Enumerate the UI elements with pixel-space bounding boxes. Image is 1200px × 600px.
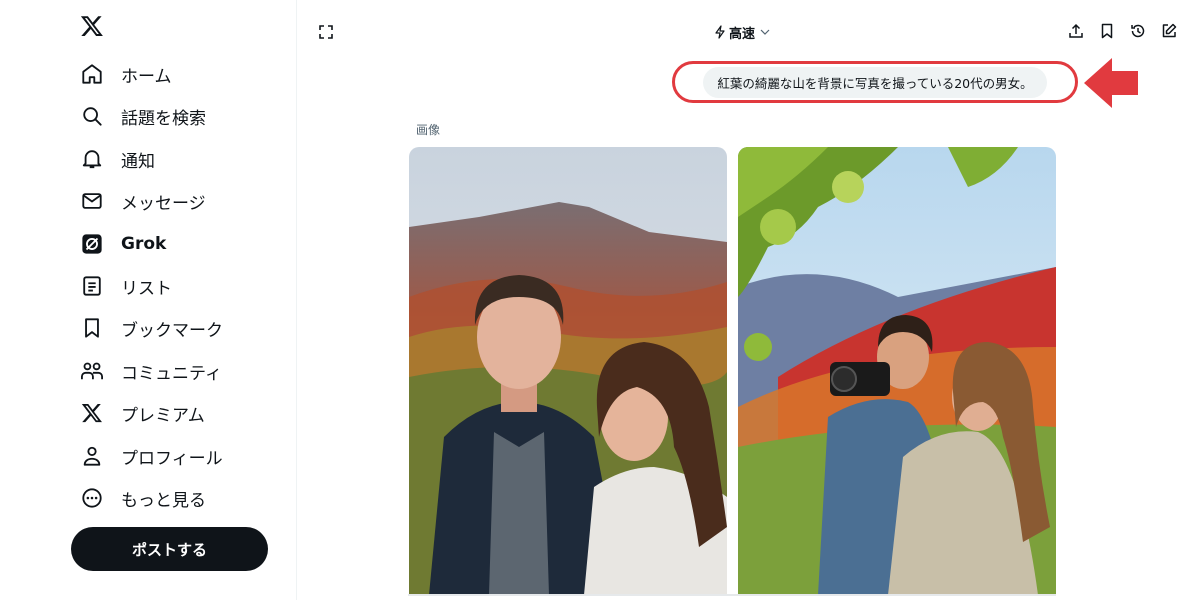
sidebar-item-more[interactable]: もっと見る xyxy=(80,483,206,513)
grok-main: 高速 紅葉の綺麗な山を背景に写真を撮っている20代の男女。 画像 xyxy=(298,0,1200,600)
bookmark-icon[interactable] xyxy=(1098,22,1116,40)
expand-icon[interactable] xyxy=(318,24,336,42)
post-button[interactable]: ポストする xyxy=(71,527,268,571)
generated-image[interactable] xyxy=(738,147,1056,595)
sidebar: ホーム 話題を検索 通知 メッセージ Grok リスト ブックマーク コミュニテ… xyxy=(0,0,297,600)
new-chat-icon[interactable] xyxy=(1160,22,1178,40)
arrow-left-icon xyxy=(1084,58,1138,108)
sidebar-item-label: もっと見る xyxy=(121,490,206,511)
x-logo-icon xyxy=(80,401,104,425)
sidebar-item-label: プレミアム xyxy=(121,405,205,426)
mode-selector[interactable]: 高速 xyxy=(714,22,773,42)
divider xyxy=(408,594,1056,596)
bell-icon xyxy=(80,147,104,171)
user-prompt-bubble: 紅葉の綺麗な山を背景に写真を撮っている20代の男女。 xyxy=(703,66,1047,98)
sidebar-item-grok[interactable]: Grok xyxy=(80,229,166,259)
sidebar-item-notifications[interactable]: 通知 xyxy=(80,144,155,174)
sidebar-item-label: 話題を検索 xyxy=(121,108,206,129)
sidebar-item-explore[interactable]: 話題を検索 xyxy=(80,101,206,131)
bookmark-icon xyxy=(80,316,104,340)
person-icon xyxy=(80,444,104,468)
mail-icon xyxy=(80,189,104,213)
chevron-down-icon xyxy=(760,29,770,35)
sidebar-item-premium[interactable]: プレミアム xyxy=(80,398,205,428)
images-label: 画像 xyxy=(416,123,441,137)
history-icon[interactable] xyxy=(1129,22,1147,40)
share-icon[interactable] xyxy=(1067,22,1085,40)
sidebar-item-communities[interactable]: コミュニティ xyxy=(80,356,222,386)
sidebar-item-label: メッセージ xyxy=(121,193,206,214)
x-logo-icon[interactable] xyxy=(80,14,106,40)
generated-image[interactable] xyxy=(409,147,727,595)
lightning-icon xyxy=(715,25,725,39)
highlight-circle: 紅葉の綺麗な山を背景に写真を撮っている20代の男女。 xyxy=(672,61,1078,103)
sidebar-item-label: ブックマーク xyxy=(121,320,223,341)
sidebar-item-label: ホーム xyxy=(121,66,172,87)
sidebar-item-profile[interactable]: プロフィール xyxy=(80,441,223,471)
sidebar-item-label: リスト xyxy=(121,278,172,299)
grok-icon xyxy=(80,232,104,256)
more-icon xyxy=(80,486,104,510)
sidebar-item-lists[interactable]: リスト xyxy=(80,271,172,301)
sidebar-item-messages[interactable]: メッセージ xyxy=(80,186,206,216)
list-icon xyxy=(80,274,104,298)
home-icon xyxy=(80,62,104,86)
mode-label: 高速 xyxy=(729,26,756,42)
community-icon xyxy=(80,359,104,383)
sidebar-item-label: プロフィール xyxy=(121,448,223,469)
sidebar-item-home[interactable]: ホーム xyxy=(80,59,172,89)
search-icon xyxy=(80,104,104,128)
sidebar-item-label: 通知 xyxy=(121,151,155,172)
sidebar-item-label: Grok xyxy=(121,234,167,254)
header-actions xyxy=(1067,22,1178,40)
sidebar-item-label: コミュニティ xyxy=(121,363,222,384)
sidebar-item-bookmarks[interactable]: ブックマーク xyxy=(80,313,223,343)
